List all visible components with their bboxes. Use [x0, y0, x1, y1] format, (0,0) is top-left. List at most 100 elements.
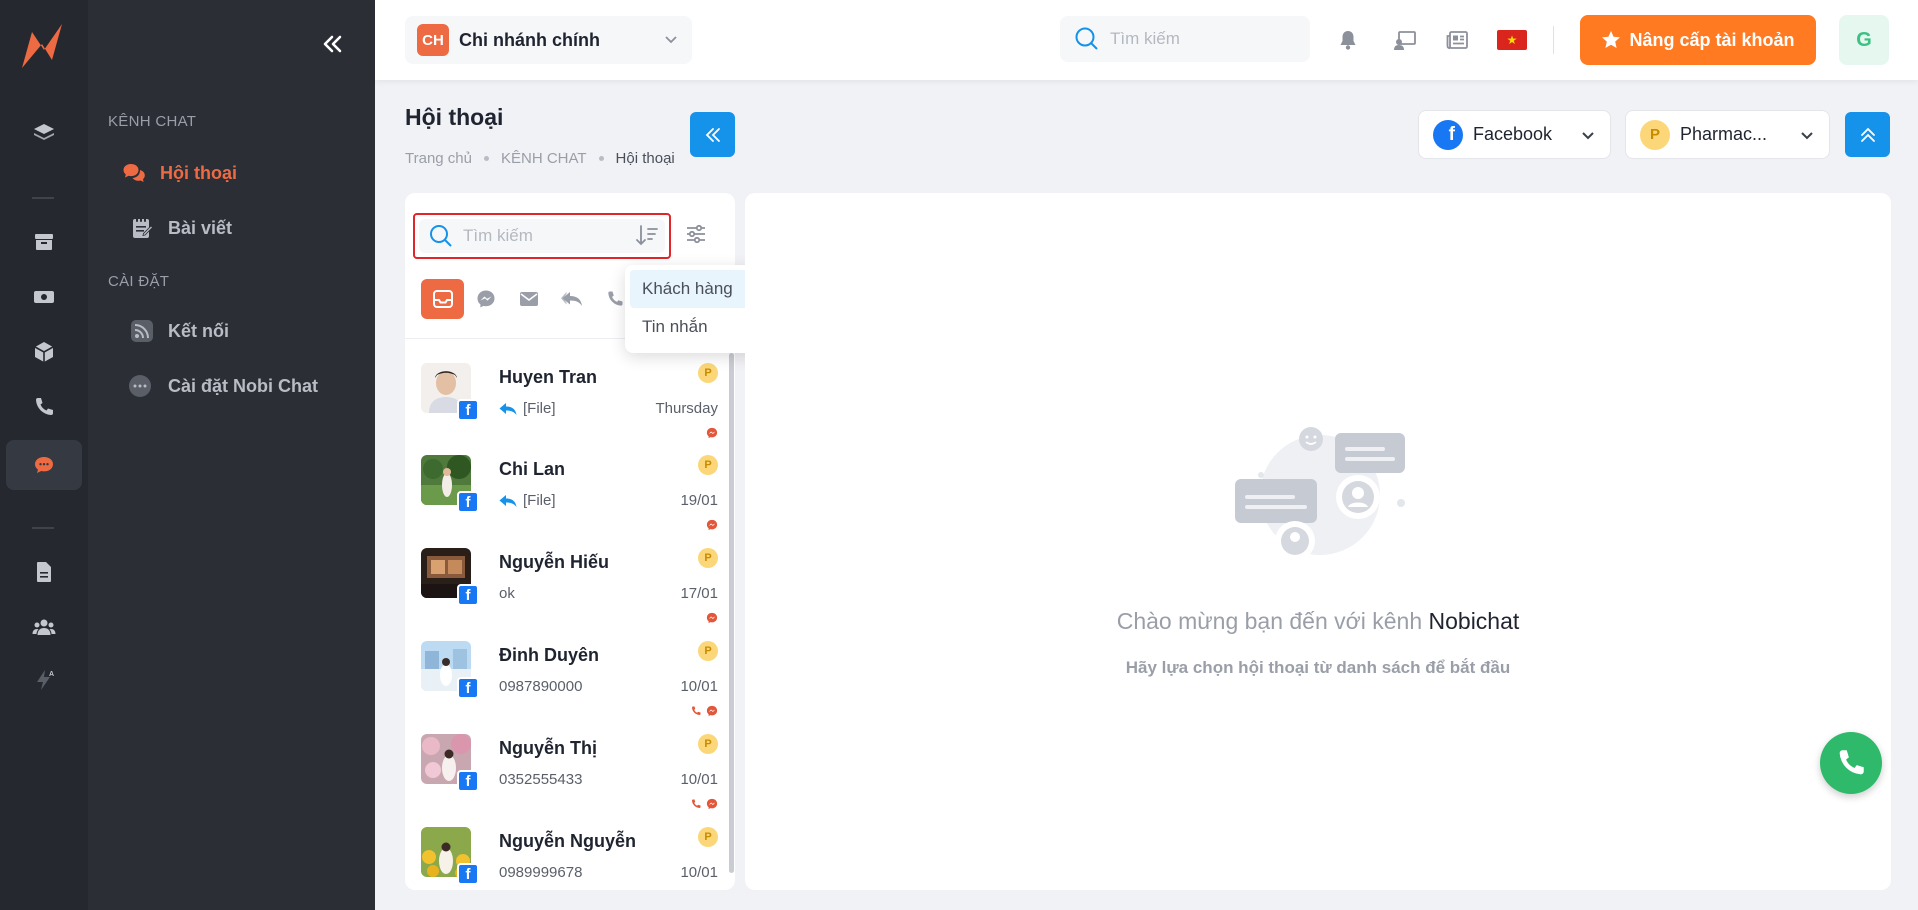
- welcome-brand: Nobichat: [1428, 608, 1520, 634]
- app-logo-icon[interactable]: [18, 20, 68, 72]
- channel-select[interactable]: f Facebook: [1418, 110, 1611, 159]
- branch-selector[interactable]: CH Chi nhánh chính: [405, 16, 692, 64]
- collapse-sidebar-button[interactable]: [316, 30, 348, 58]
- automation-icon[interactable]: A: [24, 660, 64, 700]
- facebook-icon: f: [457, 399, 479, 421]
- conversation-item[interactable]: f Nguyễn Hiếu ok P 17/01: [419, 548, 724, 640]
- menu-item-label: Kết nối: [168, 320, 229, 341]
- facebook-icon: f: [457, 677, 479, 699]
- contact-name: Nguyễn Nguyễn: [499, 831, 637, 851]
- list-scrollbar[interactable]: [729, 353, 734, 873]
- breadcrumb-section[interactable]: KÊNH CHAT: [501, 150, 587, 167]
- double-chevron-left-icon: [705, 127, 720, 142]
- archive-icon[interactable]: [24, 222, 64, 262]
- message-preview: [File]: [499, 492, 556, 509]
- vietnam-flag-icon[interactable]: ★: [1497, 30, 1527, 50]
- email-icon: [519, 292, 538, 306]
- menu-item-connections[interactable]: Kết nối: [130, 311, 229, 351]
- channel-tags: [706, 519, 718, 531]
- news-icon[interactable]: [1445, 27, 1471, 53]
- breadcrumb-separator: [483, 156, 489, 161]
- upgrade-account-button[interactable]: Nâng cấp tài khoản: [1580, 15, 1816, 65]
- menu-section-title: KÊNH CHAT: [108, 113, 197, 130]
- rss-icon: [130, 319, 154, 343]
- reply-all-icon: [560, 292, 582, 306]
- welcome-prefix: Chào mừng bạn đến với kênh: [1116, 608, 1429, 634]
- menu-item-posts[interactable]: Bài viết: [130, 208, 232, 248]
- conversation-item[interactable]: f Nguyễn Thị 0352555433 P 10/01: [419, 734, 724, 826]
- ellipsis-icon: [126, 374, 154, 398]
- header-search-input[interactable]: Tìm kiếm: [1060, 16, 1310, 62]
- preview-text: 0352555433: [499, 771, 583, 788]
- page-title: Hội thoại: [405, 104, 504, 130]
- collapse-list-button[interactable]: [690, 112, 735, 157]
- tab-email[interactable]: [507, 279, 550, 319]
- message-date: 10/01: [680, 678, 718, 695]
- page-badge: P: [698, 734, 718, 754]
- phone-call-icon[interactable]: [24, 387, 64, 427]
- chat-area: Chào mừng bạn đến với kênh Nobichat Hãy …: [745, 193, 1891, 890]
- phone-icon: [607, 291, 622, 306]
- user-avatar[interactable]: G: [1839, 15, 1889, 65]
- chevron-down-icon: [1582, 131, 1594, 139]
- facebook-icon: f: [457, 770, 479, 792]
- filter-sliders-icon[interactable]: [685, 223, 707, 245]
- page-select[interactable]: P Pharmac...: [1625, 110, 1830, 159]
- collapse-header-button[interactable]: [1845, 112, 1890, 157]
- users-icon[interactable]: [24, 607, 64, 647]
- document-icon[interactable]: [24, 552, 64, 592]
- message-date: 10/01: [680, 771, 718, 788]
- page-avatar-icon: P: [1640, 119, 1670, 150]
- messenger-icon: [706, 798, 718, 810]
- rail-divider: [32, 197, 54, 199]
- menu-item-label: Hội thoại: [160, 162, 237, 183]
- reply-icon: [499, 402, 517, 415]
- sort-icon[interactable]: [635, 224, 659, 246]
- search-box[interactable]: Tìm kiếm: [419, 219, 665, 253]
- tab-messenger[interactable]: [464, 279, 507, 319]
- customer-display-icon[interactable]: [1392, 27, 1418, 53]
- menu-item-label: Cài đặt Nobi Chat: [168, 375, 319, 396]
- breadcrumb-home[interactable]: Trang chủ: [405, 150, 472, 167]
- conversation-item[interactable]: f Huyen Tran [File] P Thursday: [419, 363, 724, 455]
- channel-tags: [706, 427, 718, 439]
- facebook-icon: f: [457, 584, 479, 606]
- page-badge: P: [698, 455, 718, 475]
- sort-option-customer[interactable]: Khách hàng: [630, 270, 758, 308]
- menu-item-conversations[interactable]: Hội thoại: [122, 153, 237, 193]
- preview-text: ok: [499, 585, 515, 602]
- chat-icon[interactable]: [6, 440, 82, 490]
- message-preview: 0989999678: [499, 864, 582, 881]
- tab-all-inbox[interactable]: [421, 279, 464, 319]
- conversation-item[interactable]: f Chi Lan [File] P 19/01: [419, 455, 724, 547]
- layers-icon[interactable]: [24, 113, 64, 153]
- sort-option-message[interactable]: Tin nhắn: [630, 308, 758, 346]
- tab-replies[interactable]: [550, 279, 593, 319]
- facebook-icon: f: [1433, 119, 1463, 150]
- contact-name: Huyen Tran: [499, 367, 598, 387]
- page-select-label: Pharmac...: [1680, 124, 1768, 144]
- menu-item-nobichat-settings[interactable]: Cài đặt Nobi Chat: [126, 366, 318, 406]
- branch-badge: CH: [417, 24, 449, 56]
- message-date: 17/01: [680, 585, 718, 602]
- facebook-icon: f: [457, 491, 479, 513]
- message-date: 10/01: [680, 864, 718, 881]
- sidebar-menu: KÊNH CHAT Hội thoại Bài viết CÀI ĐẶT Kết…: [88, 0, 375, 910]
- call-button[interactable]: [1820, 732, 1882, 794]
- messenger-icon: [477, 290, 494, 308]
- conversation-item[interactable]: f Nguyễn Nguyễn 0989999678 P 10/01: [419, 827, 724, 890]
- search-icon: [1075, 27, 1098, 50]
- reply-icon: [499, 494, 517, 507]
- preview-text: [File]: [523, 492, 556, 509]
- money-icon[interactable]: [24, 277, 64, 317]
- conversation-search-input[interactable]: Tìm kiếm: [413, 213, 671, 259]
- conversation-item[interactable]: f Đinh Duyên 0987890000 P 10/01: [419, 641, 724, 733]
- box-icon[interactable]: [24, 332, 64, 372]
- flag-star: ★: [1506, 33, 1518, 47]
- page-badge: P: [698, 548, 718, 568]
- contact-name: Chi Lan: [499, 459, 565, 479]
- bell-icon[interactable]: [1335, 27, 1361, 53]
- preview-text: [File]: [523, 400, 556, 417]
- messenger-icon: [706, 705, 718, 717]
- phone-icon: [692, 706, 701, 715]
